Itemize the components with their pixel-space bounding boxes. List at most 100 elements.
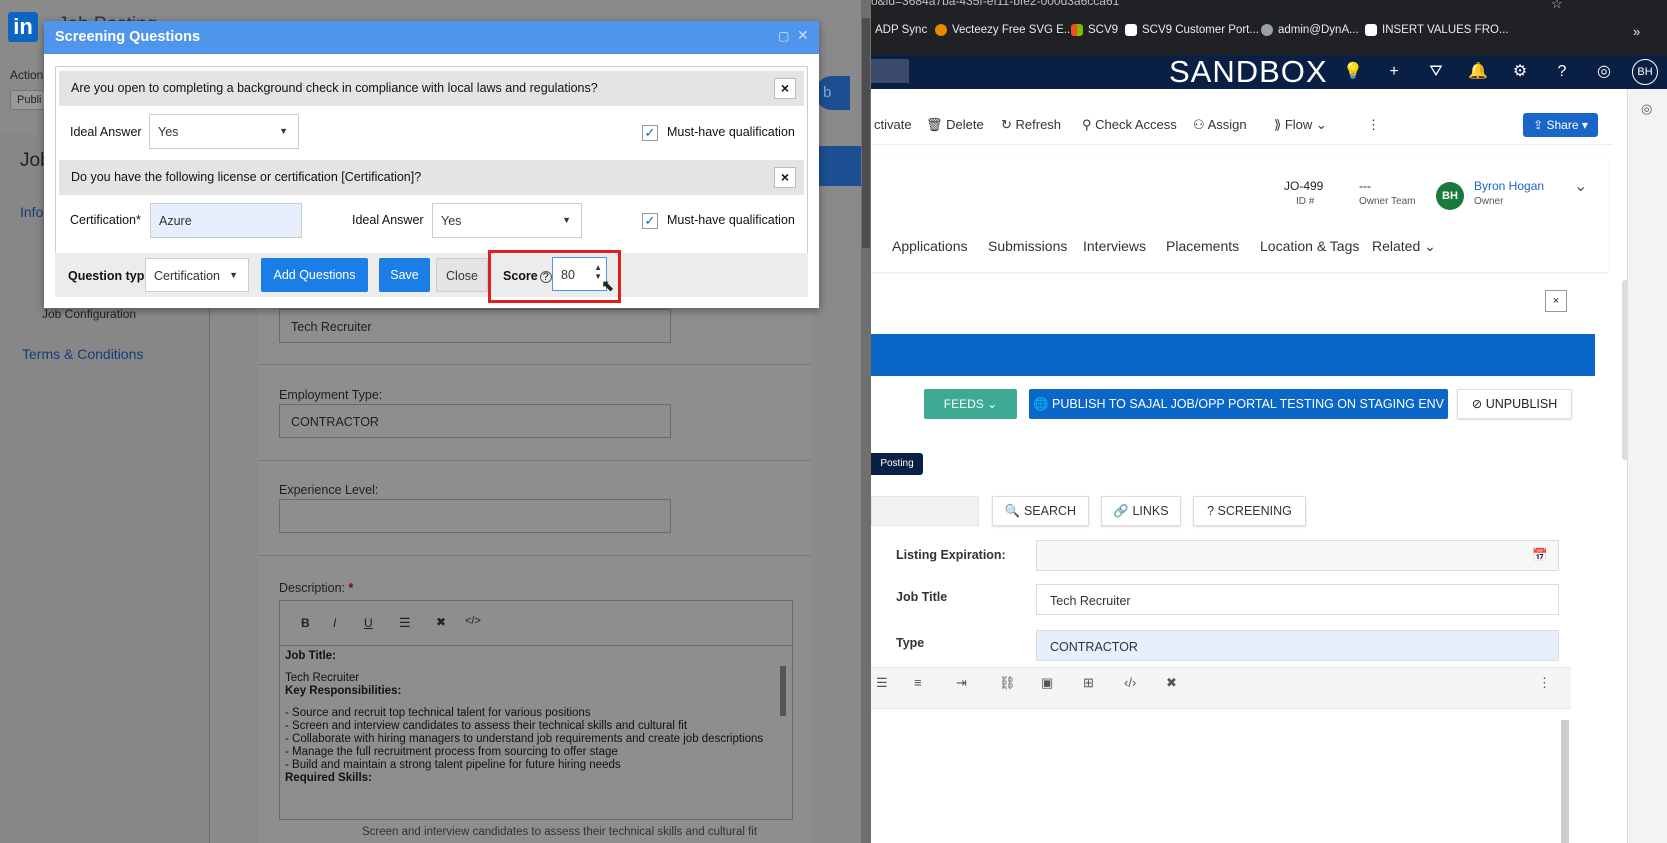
close-icon[interactable]: × (1545, 290, 1567, 312)
desc-line: - Build and maintain a strong talent pip… (285, 759, 621, 771)
avatar[interactable]: BH (1632, 59, 1658, 85)
bookmark-insert[interactable]: INSERT VALUES FRO... (1365, 24, 1509, 36)
ideal-answer-select[interactable]: Yes ▼ (149, 114, 299, 149)
screening-label: SCREENING (1217, 504, 1292, 518)
must-have-checkbox[interactable]: ✓ (642, 125, 658, 141)
linkedin-action-button[interactable]: b (815, 76, 850, 110)
tab-submissions[interactable]: Submissions (988, 238, 1067, 254)
bell-icon[interactable]: 🔔 (1467, 61, 1489, 83)
italic-icon[interactable]: I (333, 616, 336, 630)
dialog-title: Screening Questions (44, 21, 819, 54)
tab-placements[interactable]: Placements (1166, 238, 1239, 254)
li-job-title-input[interactable]: Tech Recruiter (279, 309, 671, 343)
copilot-icon[interactable]: ◎ (1641, 101, 1652, 117)
scroll-thumb[interactable] (862, 18, 870, 248)
info-link[interactable]: Info (20, 204, 43, 220)
editor-scrollbar[interactable] (780, 666, 786, 716)
calendar-icon[interactable]: 📅 (1532, 548, 1548, 563)
link-icon[interactable]: ⛓ (999, 675, 1016, 691)
listing-expiration-input[interactable]: 📅 (1036, 540, 1559, 571)
copilot-icon[interactable]: ◎ (1593, 61, 1615, 83)
publish-button[interactable]: 🌐 PUBLISH TO SAJAL JOB/OPP PORTAL TESTIN… (1029, 389, 1448, 419)
clear-format-icon[interactable]: ✖ (436, 615, 446, 629)
description-body[interactable]: Job Title: Tech Recruiter Key Responsibi… (280, 645, 792, 820)
tab-location-tags[interactable]: Location & Tags (1260, 238, 1359, 254)
bookmark-label: SCV9 Customer Port... (1142, 24, 1259, 36)
plus-icon[interactable]: + (1383, 61, 1405, 83)
close-button[interactable]: Close (436, 258, 488, 292)
chevron-right-icon[interactable]: » (1633, 24, 1640, 39)
bookmark-adp[interactable]: ADP Sync (875, 24, 927, 36)
check-access-button[interactable]: ⚲ Check Access (1082, 117, 1177, 133)
assign-button[interactable]: ⚇ Assign (1193, 117, 1247, 133)
filter-icon[interactable]: ⛛ (1425, 61, 1447, 83)
code-icon[interactable]: ‹/› (1124, 675, 1136, 690)
bullet-list-icon[interactable]: ☰ (876, 675, 888, 691)
gear-icon[interactable]: ⚙ (1509, 61, 1531, 83)
table-icon[interactable]: ⊞ (1083, 675, 1094, 691)
links-button[interactable]: 🔗 LINKS (1101, 496, 1181, 526)
experience-level-input[interactable] (279, 499, 671, 533)
job-configuration-link[interactable]: Job Configuration (42, 307, 136, 321)
help-icon[interactable]: ? (1551, 61, 1573, 83)
bookmark-scv9-portal[interactable]: SCV9 Customer Port... (1125, 24, 1259, 36)
code-icon[interactable]: </> (465, 615, 481, 627)
share-button[interactable]: ⇪ Share ▾ (1523, 113, 1598, 137)
refresh-label: Refresh (1015, 117, 1062, 132)
add-questions-button[interactable]: Add Questions (261, 258, 368, 292)
maximize-icon[interactable]: ▢ (778, 29, 789, 43)
flow-button[interactable]: ⟫ Flow ⌄ (1274, 117, 1327, 133)
close-icon[interactable]: ✕ (797, 27, 809, 44)
type-input[interactable]: CONTRACTOR (1036, 630, 1559, 661)
terms-link[interactable]: Terms & Conditions (22, 346, 143, 362)
question-type-select[interactable]: Certification ▼ (145, 258, 249, 292)
tab-interviews[interactable]: Interviews (1083, 238, 1146, 254)
screening-button[interactable]: ? SCREENING (1193, 496, 1306, 526)
job-title-input[interactable]: Tech Recruiter (1036, 584, 1559, 615)
score-input[interactable]: 80 ▲ ▼ (552, 257, 607, 291)
bookmark-scv9[interactable]: SCV9 (1071, 24, 1118, 36)
tab-applications[interactable]: Applications (892, 238, 968, 254)
divider (258, 555, 812, 556)
nav-search-box[interactable] (871, 59, 909, 83)
delete-button[interactable]: 🗑 Delete (926, 117, 984, 133)
more-icon[interactable]: ⋮ (1538, 675, 1551, 691)
search-field[interactable] (871, 496, 979, 526)
address-bar[interactable]: o&id=3684a7ba-435f-ef11-bfe2-000d3a6cca6… (871, 0, 1119, 8)
underline-icon[interactable]: U (364, 616, 373, 630)
feeds-button[interactable]: FEEDS ⌄ (924, 389, 1017, 419)
bold-icon[interactable]: B (301, 616, 310, 630)
must-have-checkbox[interactable]: ✓ (642, 213, 658, 229)
bookmark-admin[interactable]: admin@DynA... (1261, 24, 1359, 36)
ban-icon: ⊘ (1471, 397, 1486, 411)
desc-line: Required Skills: (285, 772, 372, 784)
save-button[interactable]: Save (379, 258, 430, 292)
clear-format-icon[interactable]: ✖ (1166, 675, 1177, 691)
remove-question-2-button[interactable]: × (774, 167, 796, 188)
remove-question-1-button[interactable]: × (774, 78, 796, 99)
refresh-button[interactable]: ↻ Refresh (1001, 117, 1061, 133)
indent-icon[interactable]: ⇥ (956, 675, 967, 691)
bookmark-vecteezy[interactable]: Vecteezy Free SVG E... (935, 24, 1073, 36)
description-editor[interactable]: B I U ☰ ✖ </> Job Title: Tech Recruiter … (279, 600, 793, 820)
certification-input[interactable]: Azure (150, 203, 302, 238)
search-button[interactable]: 🔍 SEARCH (992, 496, 1089, 526)
list-icon[interactable]: ☰ (399, 615, 411, 631)
more-icon[interactable]: ⋮ (1367, 117, 1380, 133)
lightbulb-icon[interactable]: 💡 (1342, 61, 1364, 83)
owner-name[interactable]: Byron Hogan (1474, 179, 1544, 193)
employment-type-input[interactable]: CONTRACTOR (279, 404, 671, 438)
star-icon[interactable]: ☆ (1551, 0, 1563, 12)
window-scrollbar[interactable] (861, 0, 871, 843)
editor-scrollbar[interactable] (1561, 720, 1569, 843)
activate-button[interactable]: ctivate (874, 117, 912, 132)
ideal-answer-select[interactable]: Yes ▼ (432, 203, 582, 238)
listing-expiration-label: Listing Expiration: (896, 548, 1006, 562)
help-icon[interactable]: ? (539, 271, 552, 283)
numbered-list-icon[interactable]: ≡ (914, 675, 922, 690)
tab-related[interactable]: Related ⌄ (1372, 238, 1436, 255)
owner-avatar[interactable]: BH (1436, 182, 1464, 210)
unpublish-button[interactable]: ⊘ UNPUBLISH (1457, 389, 1572, 419)
image-icon[interactable]: ▣ (1041, 675, 1053, 691)
chevron-down-icon[interactable]: ⌄ (1574, 176, 1587, 196)
